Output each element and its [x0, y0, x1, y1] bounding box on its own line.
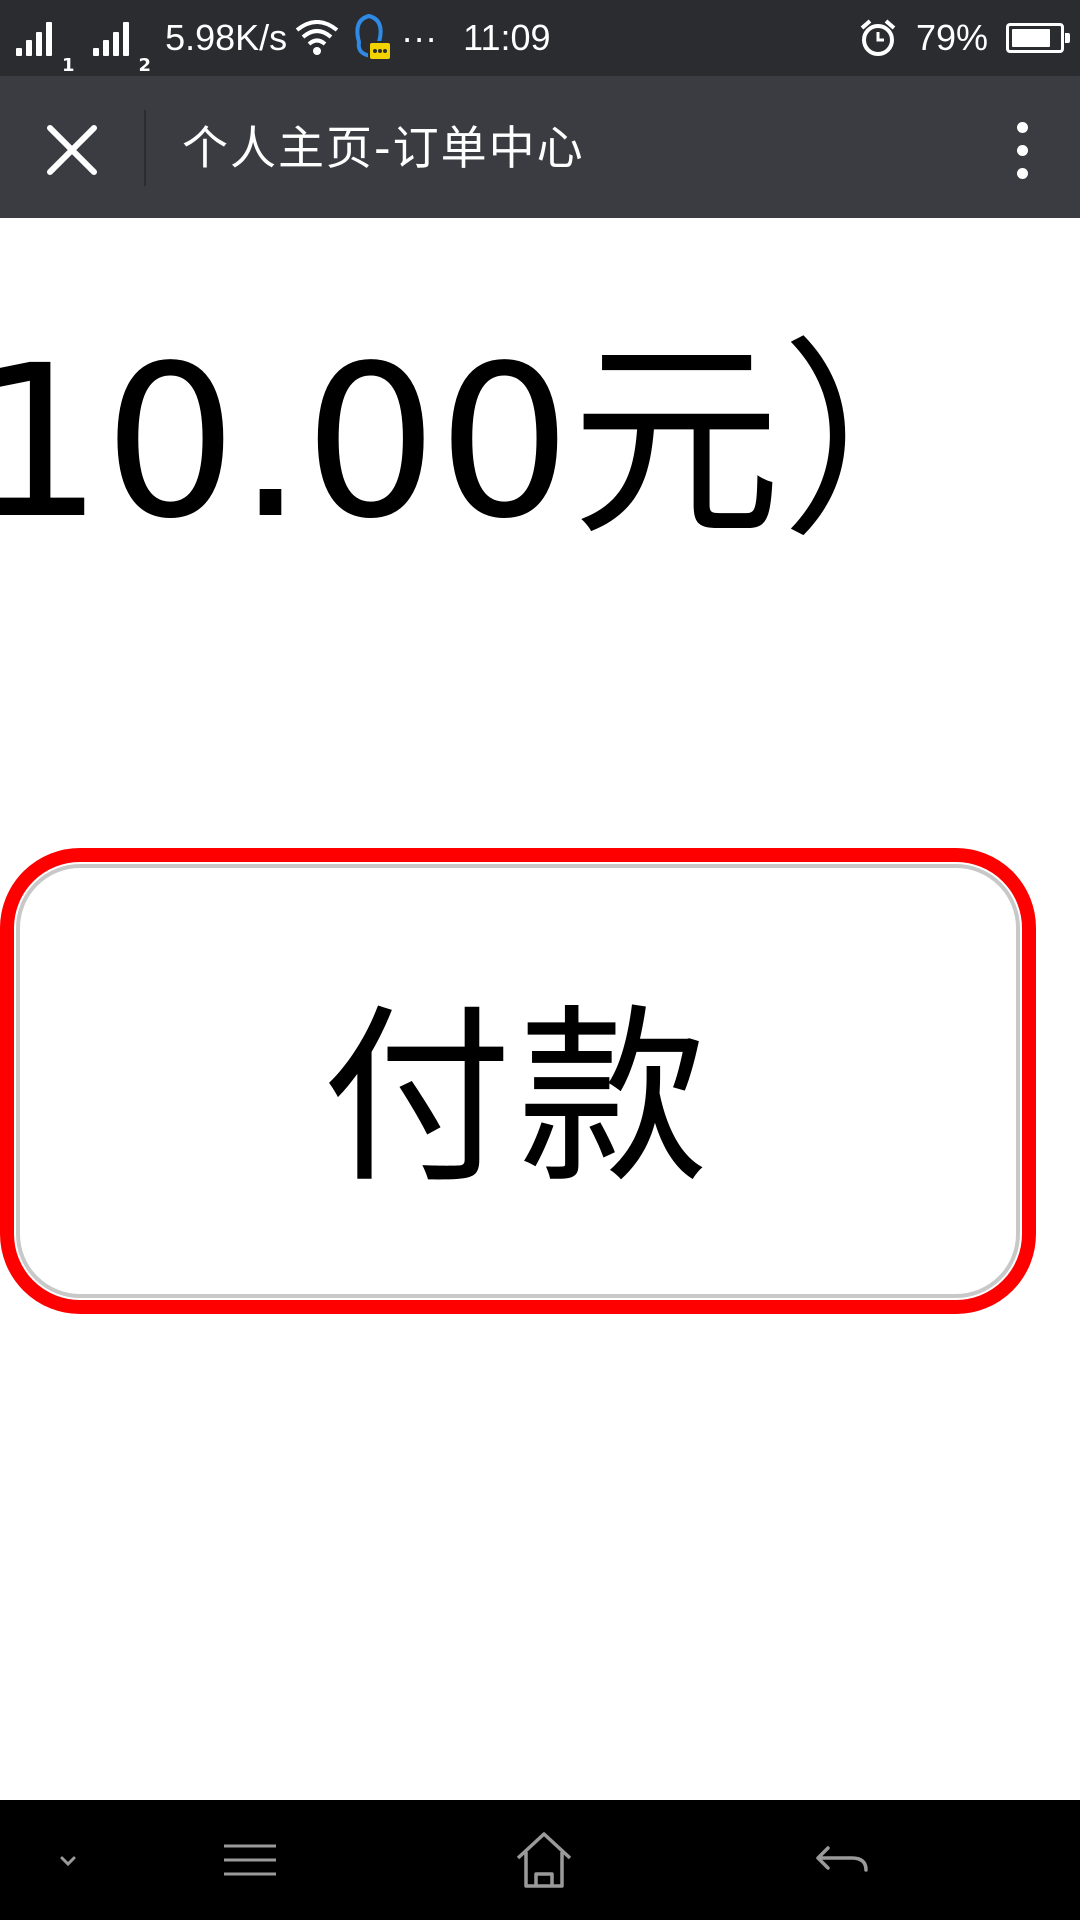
signal-sim2-icon: [92, 20, 129, 56]
qq-notification-icon: [355, 13, 393, 61]
header-divider: [144, 110, 146, 186]
nav-menu-button[interactable]: [214, 1824, 286, 1896]
battery-icon: [1006, 23, 1070, 53]
order-amount: 10.00元）: [0, 320, 992, 565]
nav-back-button[interactable]: [804, 1824, 876, 1896]
sim2-label: 2: [138, 55, 152, 76]
chevron-down-icon: [60, 1856, 76, 1867]
status-bar: 1 2 5.98K/s ··· 11:09 79%: [0, 0, 1080, 76]
nav-home-button[interactable]: [508, 1824, 580, 1896]
close-icon: [47, 125, 97, 175]
system-nav-bar: [0, 1800, 1080, 1920]
pay-button[interactable]: 付款: [16, 864, 1020, 1298]
status-right: 79%: [858, 0, 1070, 76]
nav-collapse-button[interactable]: [32, 1824, 104, 1896]
page-title: 个人主页-订单中心: [182, 121, 585, 175]
more-options-button[interactable]: [998, 114, 1046, 186]
more-notifications: ···: [401, 17, 438, 58]
status-left: 1 2 5.98K/s ··· 11:09: [16, 0, 551, 76]
home-icon: [516, 1832, 572, 1888]
sim1-label: 1: [62, 55, 75, 76]
app-header: 个人主页-订单中心: [0, 76, 1080, 218]
clock: 11:09: [463, 17, 551, 58]
back-icon: [816, 1846, 868, 1872]
network-speed: 5.98K/s: [165, 17, 288, 58]
more-vertical-icon: [1016, 121, 1028, 133]
close-button[interactable]: [36, 114, 108, 186]
menu-icon: [224, 1844, 276, 1876]
battery-percent: 79%: [915, 17, 988, 58]
alarm-icon: [860, 19, 896, 56]
signal-sim1-icon: [16, 20, 52, 56]
wifi-icon: [295, 20, 339, 55]
